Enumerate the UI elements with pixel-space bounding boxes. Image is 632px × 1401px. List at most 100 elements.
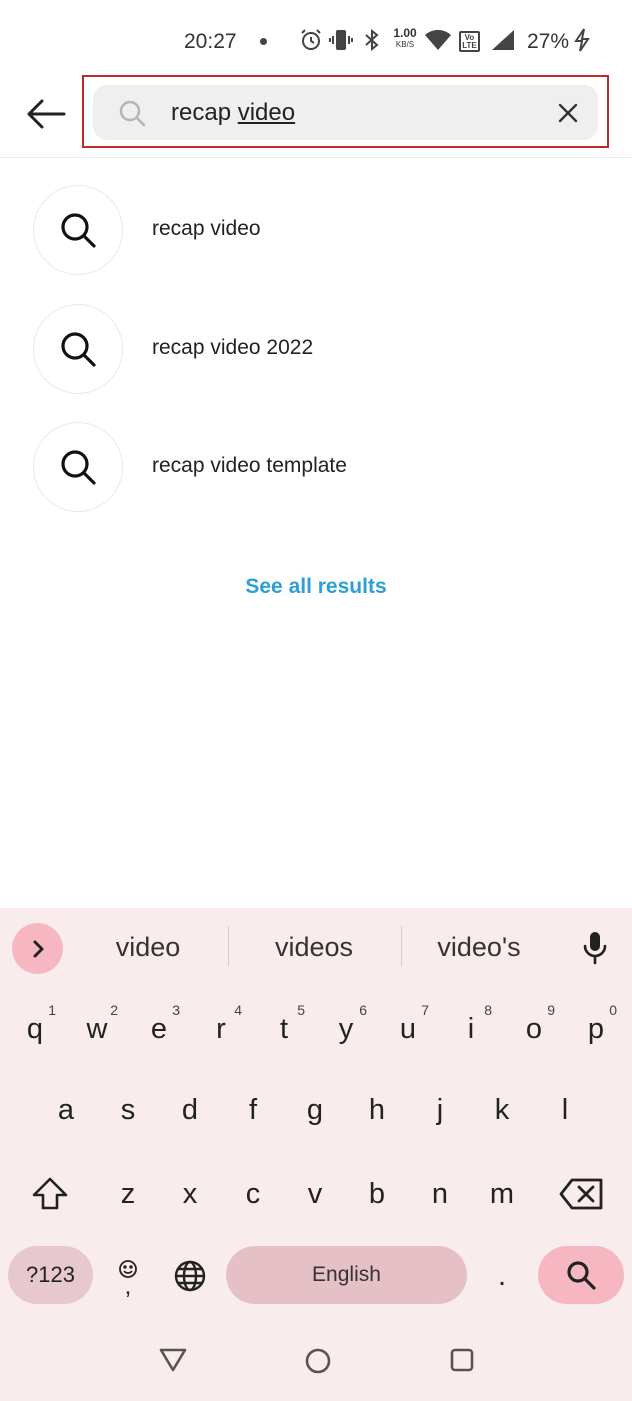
search-query-prefix: recap	[171, 99, 238, 126]
key-hint: 6	[359, 1002, 367, 1018]
key-letter: y	[338, 1012, 354, 1045]
key-l[interactable]: l	[540, 1075, 590, 1145]
suggestion-icon-circle	[33, 304, 123, 394]
circle-home-icon	[305, 1348, 331, 1374]
square-recents-icon	[450, 1348, 474, 1372]
volte-icon: Vo LTE	[459, 31, 480, 52]
key-hint: 0	[609, 1002, 617, 1018]
key-hint: 7	[421, 1002, 429, 1018]
key-k[interactable]: k	[477, 1075, 527, 1145]
search-query-composing: video	[237, 99, 296, 126]
keyboard-suggestion[interactable]: video's	[420, 932, 538, 963]
key-x[interactable]: x	[165, 1159, 215, 1229]
key-a[interactable]: a	[41, 1075, 91, 1145]
suggestion-divider	[228, 926, 229, 966]
key-d[interactable]: d	[165, 1075, 215, 1145]
search-header: recap video	[0, 80, 632, 158]
search-icon	[61, 213, 96, 248]
search-icon	[61, 332, 96, 367]
key-o[interactable]: o9	[509, 994, 559, 1064]
network-speed: 1.00 KB/S	[390, 27, 420, 50]
backspace-key[interactable]	[556, 1159, 606, 1229]
status-time: 20:27	[184, 30, 237, 53]
space-bar[interactable]: English	[226, 1246, 467, 1304]
globe-icon	[174, 1260, 206, 1292]
alarm-icon	[299, 28, 323, 57]
clear-search-button[interactable]	[555, 100, 581, 126]
suggestion-label: recap video	[152, 217, 261, 240]
suggestion-item[interactable]: recap video template	[0, 418, 632, 518]
suggestion-item[interactable]: recap video 2022	[0, 300, 632, 400]
key-letter: r	[216, 1012, 226, 1045]
key-u[interactable]: u7	[383, 994, 433, 1064]
charging-icon	[573, 28, 591, 57]
key-hint: 2	[110, 1002, 118, 1018]
triangle-back-icon	[159, 1348, 187, 1372]
keyboard-suggestion[interactable]: video	[98, 932, 198, 963]
see-all-results-link[interactable]: See all results	[0, 575, 632, 599]
key-letter: i	[467, 1012, 475, 1045]
nav-recents-button[interactable]	[448, 1346, 476, 1379]
back-button[interactable]	[22, 94, 70, 134]
microphone-button[interactable]	[581, 930, 609, 971]
suggestion-icon-circle	[33, 185, 123, 275]
period-key[interactable]: .	[477, 1241, 527, 1311]
network-speed-unit: KB/S	[395, 40, 415, 49]
key-r[interactable]: r4	[196, 994, 246, 1064]
key-letter: w	[86, 1012, 108, 1045]
key-g[interactable]: g	[290, 1075, 340, 1145]
notification-dot	[260, 38, 267, 45]
emoji-comma-key[interactable]: ,	[103, 1241, 153, 1311]
key-hint: 9	[547, 1002, 555, 1018]
key-hint: 8	[484, 1002, 492, 1018]
key-m[interactable]: m	[477, 1159, 527, 1229]
key-hint: 5	[297, 1002, 305, 1018]
shift-key[interactable]	[25, 1159, 75, 1229]
symbols-key[interactable]: ?123	[8, 1246, 93, 1304]
key-hint: 4	[234, 1002, 242, 1018]
keyboard-toolbar-expand-button[interactable]	[12, 923, 63, 974]
battery-percent: 27%	[527, 30, 570, 53]
key-p[interactable]: p0	[571, 994, 621, 1064]
suggestion-item[interactable]: recap video	[0, 181, 632, 281]
key-e[interactable]: e3	[134, 994, 184, 1064]
key-letter: t	[279, 1012, 289, 1045]
search-input[interactable]: recap video	[93, 85, 598, 140]
nav-home-button[interactable]	[303, 1346, 333, 1381]
signal-icon	[490, 28, 516, 57]
keyboard-suggestion-strip: video videos video's	[0, 908, 632, 988]
language-key[interactable]	[165, 1241, 215, 1311]
keyboard-search-button[interactable]	[538, 1246, 624, 1304]
key-j[interactable]: j	[415, 1075, 465, 1145]
suggestion-label: recap video 2022	[152, 336, 314, 359]
backspace-icon	[559, 1178, 603, 1210]
key-i[interactable]: i8	[446, 994, 496, 1064]
key-t[interactable]: t5	[259, 994, 309, 1064]
search-query: recap video	[171, 99, 295, 127]
keyboard-suggestion[interactable]: videos	[254, 932, 374, 963]
chevron-right-icon	[33, 940, 43, 957]
bluetooth-icon	[362, 28, 382, 57]
shift-icon	[32, 1177, 68, 1210]
key-n[interactable]: n	[415, 1159, 465, 1229]
key-letter: u	[399, 1012, 417, 1045]
key-y[interactable]: y6	[321, 994, 371, 1064]
suggestion-label: recap video template	[152, 454, 347, 477]
nav-back-button[interactable]	[158, 1346, 188, 1379]
key-z[interactable]: z	[103, 1159, 153, 1229]
key-b[interactable]: b	[352, 1159, 402, 1229]
key-c[interactable]: c	[228, 1159, 278, 1229]
key-q[interactable]: q1	[10, 994, 60, 1064]
comma-label: ,	[124, 1273, 132, 1300]
search-icon	[567, 1261, 596, 1290]
key-h[interactable]: h	[352, 1075, 402, 1145]
key-letter: q	[26, 1012, 44, 1045]
key-hint: 3	[172, 1002, 180, 1018]
key-hint: 1	[48, 1002, 56, 1018]
key-f[interactable]: f	[228, 1075, 278, 1145]
key-s[interactable]: s	[103, 1075, 153, 1145]
suggestion-divider	[401, 926, 402, 966]
key-w[interactable]: w2	[72, 994, 122, 1064]
keyboard: video videos video's q1 w2 e3 r4 t5 y6 u…	[0, 908, 632, 1401]
key-v[interactable]: v	[290, 1159, 340, 1229]
